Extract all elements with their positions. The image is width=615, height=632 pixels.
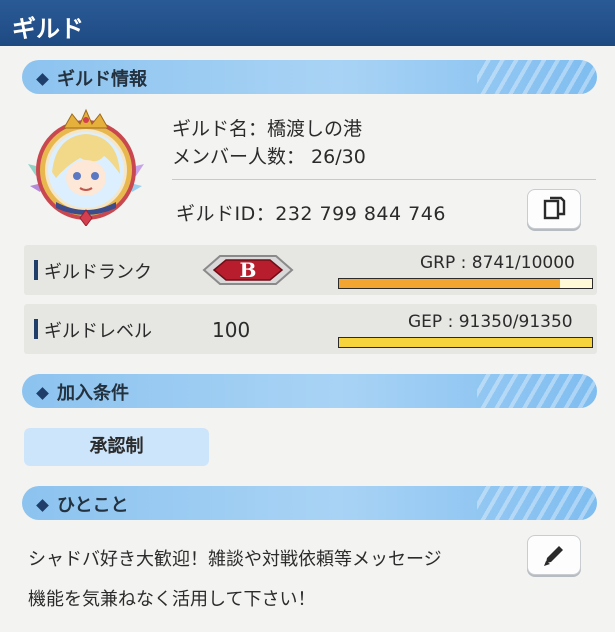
- rank-badge: B: [200, 254, 296, 286]
- diamond-icon: [36, 72, 49, 86]
- comment-header: ひとこと: [22, 486, 597, 520]
- guild-name: ギルド名：橋渡しの港: [172, 118, 363, 140]
- guild-member-count: メンバー人数： 26/30: [172, 146, 366, 168]
- join-condition-badge: 承認制: [24, 428, 209, 466]
- header-decoration: [477, 486, 597, 520]
- guild-rank-row: ギルドランク B GRP : 8741/10000: [24, 245, 597, 295]
- edit-comment-button[interactable]: [527, 535, 581, 575]
- grp-progress-bar: [338, 278, 593, 289]
- comment-header-label: ひとこと: [57, 495, 129, 516]
- header-decoration: [477, 60, 597, 94]
- guild-level-label: ギルドレベル: [44, 321, 152, 342]
- join-conditions-header-label: 加入条件: [57, 383, 129, 404]
- diamond-icon: [36, 498, 49, 512]
- gep-progress-fill: [339, 338, 592, 347]
- gep-progress-bar: [338, 337, 593, 348]
- grp-value: GRP : 8741/10000: [420, 253, 575, 273]
- rank-badge-letter: B: [239, 258, 257, 282]
- row-marker: [34, 260, 38, 280]
- guild-rank-label: ギルドランク: [44, 262, 152, 283]
- copy-icon: [543, 196, 566, 220]
- guild-info-header-label: ギルド情報: [57, 69, 147, 90]
- pencil-icon: [544, 546, 563, 566]
- guild-level-value: 100: [212, 318, 251, 342]
- divider: [172, 179, 596, 180]
- window-title: ギルド: [0, 0, 615, 46]
- diamond-icon: [36, 386, 49, 400]
- join-conditions-header: 加入条件: [22, 374, 597, 408]
- guild-info-header: ギルド情報: [22, 60, 597, 94]
- guild-id: ギルドID：232 799 844 746: [176, 203, 446, 225]
- guild-level-row: ギルドレベル 100 GEP : 91350/91350: [24, 304, 597, 354]
- row-marker: [34, 319, 38, 339]
- header-decoration: [477, 374, 597, 408]
- comment-line-2: 機能を気兼ねなく活用して下さい！: [28, 589, 316, 610]
- comment-line-1: シャドバ好き大歓迎！雑談や対戦依頼等メッセージ: [28, 549, 442, 570]
- grp-progress-fill: [339, 279, 561, 288]
- copy-id-button[interactable]: [527, 189, 581, 229]
- gep-value: GEP : 91350/91350: [408, 312, 573, 332]
- guild-emblem-avatar[interactable]: [26, 106, 146, 227]
